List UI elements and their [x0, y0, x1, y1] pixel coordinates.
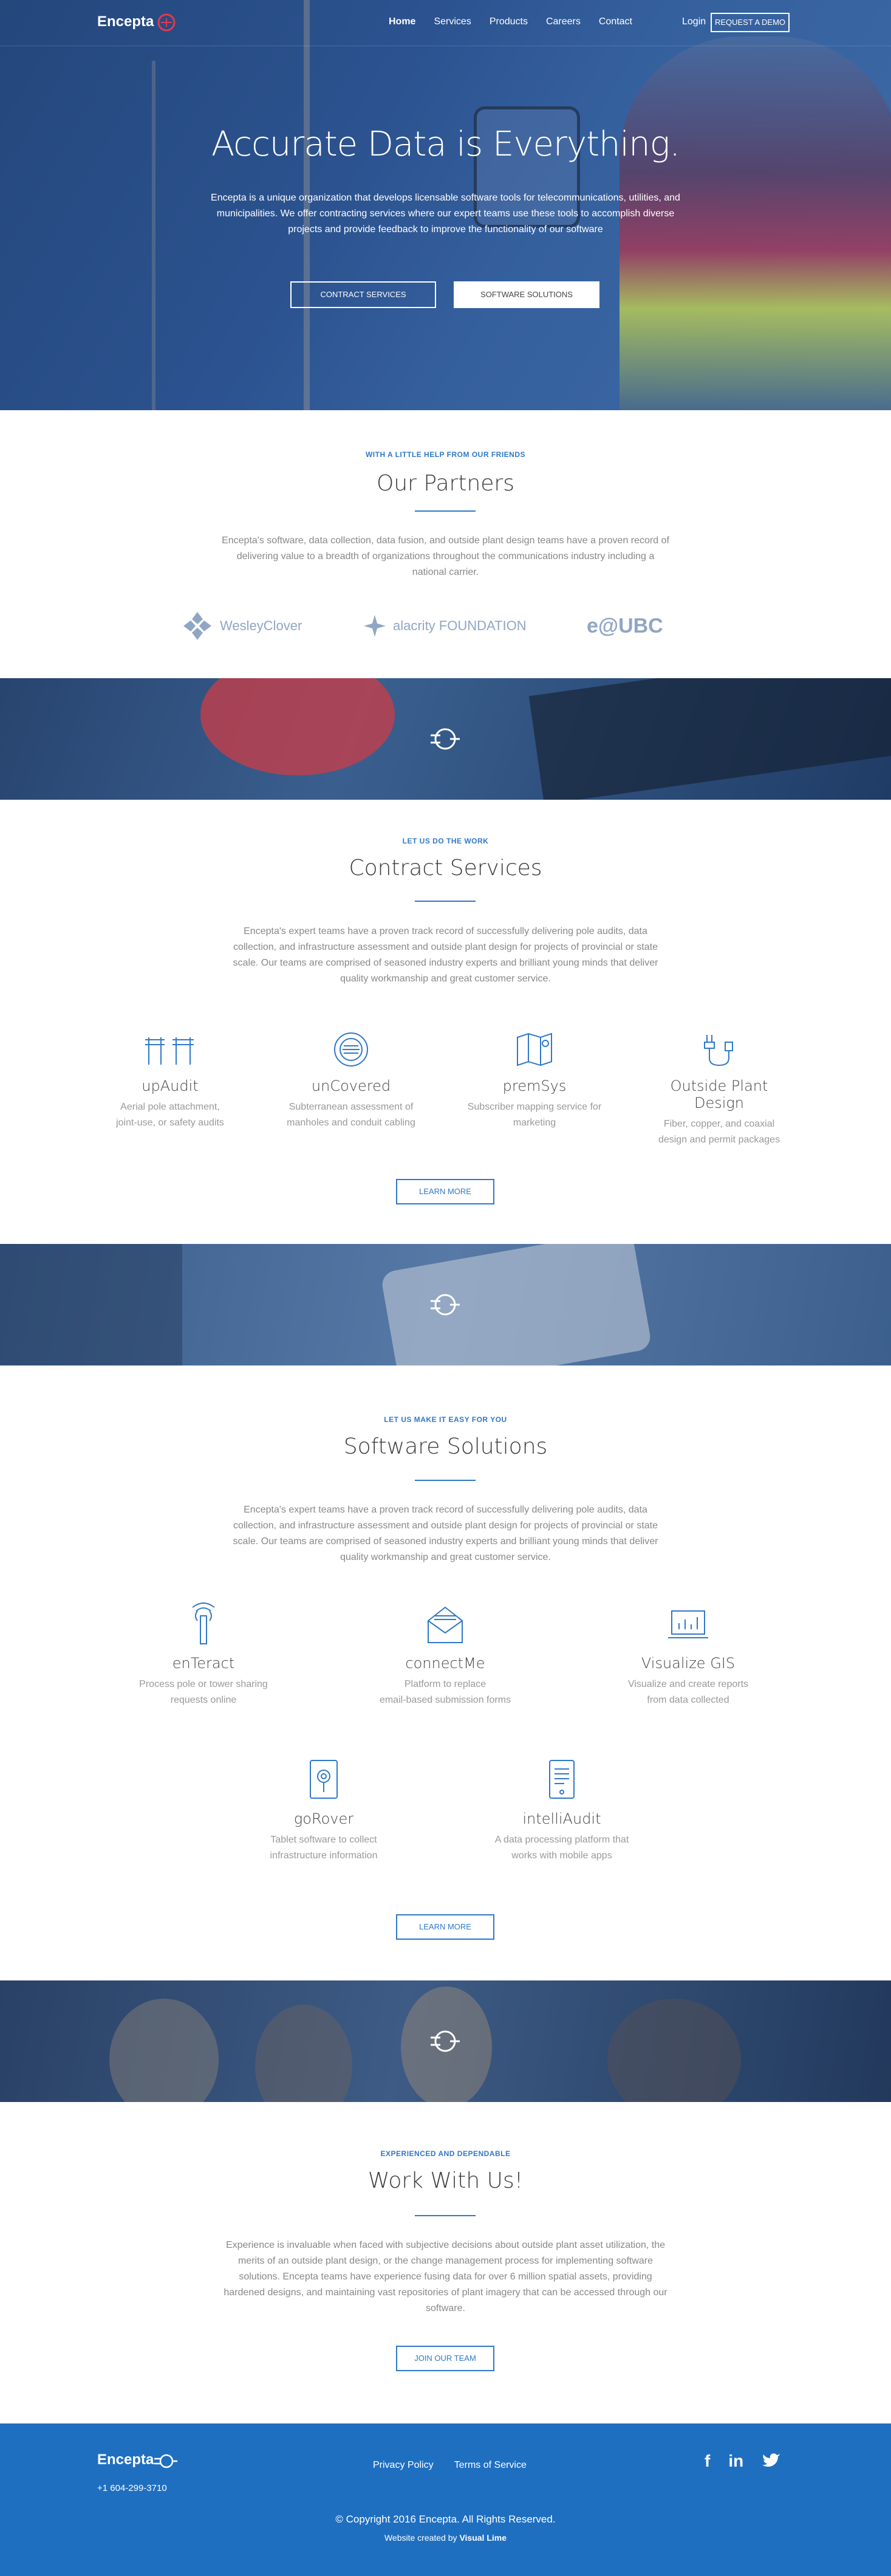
- brand-logo-icon: [157, 13, 176, 32]
- contract-text: Encepta's expert teams have a proven tra…: [233, 926, 658, 984]
- request-demo-button[interactable]: REQUEST A DEMO: [711, 13, 790, 32]
- map-icon: [517, 1032, 552, 1066]
- service-upaudit[interactable]: upAudit Aerial pole attachment, joint-us…: [97, 1031, 243, 1131]
- contract-divider: [415, 901, 476, 902]
- envelope-icon: [428, 1606, 463, 1643]
- band-photo-tablet: [380, 1244, 653, 1365]
- partners-divider: [415, 510, 476, 512]
- nav-home[interactable]: Home: [389, 16, 415, 27]
- partner-alacrity[interactable]: alacrity FOUNDATION: [361, 608, 527, 644]
- nav-products[interactable]: Products: [490, 16, 528, 27]
- facebook-icon[interactable]: f: [705, 2451, 710, 2471]
- visual-lime-link[interactable]: Visual Lime: [459, 2533, 507, 2543]
- social-links: f in: [705, 2451, 781, 2471]
- mobile-document-icon: [549, 1760, 575, 1799]
- radio-tower-icon: [192, 1602, 215, 1644]
- software-visualize-gis[interactable]: Visualize GIS Visualize and create repor…: [612, 1602, 764, 1708]
- image-band-team: [0, 1980, 891, 2102]
- login-link[interactable]: Login: [682, 16, 706, 27]
- service-outside-plant-design[interactable]: Outside Plant Design Fiber, copper, and …: [646, 1031, 792, 1148]
- join-our-team-button[interactable]: JOIN OUR TEAM: [396, 2346, 494, 2371]
- partners-title: Our Partners: [377, 471, 514, 496]
- software-learn-more-button[interactable]: LEARN MORE: [396, 1914, 494, 1940]
- band-photo-person: [607, 1999, 741, 2102]
- footer-brand-logo[interactable]: Encepta: [97, 2451, 154, 2468]
- contract-eyebrow: LET US DO THE WORK: [402, 837, 489, 845]
- hero-photo-pole: [152, 61, 155, 410]
- twitter-icon[interactable]: [762, 2451, 781, 2468]
- nav-contact[interactable]: Contact: [599, 16, 632, 27]
- software-intelliaudit[interactable]: intelliAudit A data processing platform …: [486, 1758, 638, 1864]
- copyright-text: © Copyright 2016 Encepta. All Rights Res…: [335, 2513, 556, 2525]
- contract-title: Contract Services: [349, 856, 542, 881]
- hero-text: Encepta is a unique organization that de…: [211, 193, 680, 235]
- hero-title: Accurate Data is Everything.: [211, 125, 680, 164]
- utility-pole-icon: [145, 1037, 194, 1065]
- nav-services[interactable]: Services: [434, 16, 471, 27]
- software-gorover[interactable]: goRover Tablet software to collect infra…: [248, 1758, 400, 1864]
- encepta-emblem-icon: [431, 1294, 460, 1316]
- partner-eubc[interactable]: e@UBC: [587, 608, 663, 644]
- partners-text: Encepta's software, data collection, dat…: [222, 535, 669, 577]
- laptop-chart-icon: [668, 1610, 708, 1638]
- tablet-touch-icon: [310, 1760, 338, 1799]
- image-band-hardhat: [0, 678, 891, 800]
- band-photo-hardhat: [200, 678, 395, 775]
- software-solutions-button[interactable]: SOFTWARE SOLUTIONS: [454, 281, 599, 308]
- service-premsys[interactable]: premSys Subscriber mapping service for m…: [462, 1031, 607, 1131]
- contract-services-button[interactable]: CONTRACT SERVICES: [290, 281, 436, 308]
- privacy-policy-link[interactable]: Privacy Policy: [373, 2460, 434, 2470]
- wesleyclover-logo-icon: [183, 612, 211, 640]
- band-photo-background: [0, 1244, 182, 1365]
- manhole-icon: [334, 1032, 368, 1066]
- band-photo-person: [255, 2005, 352, 2102]
- work-divider: [415, 2215, 476, 2216]
- partner-wesleyclover[interactable]: WesleyClover: [181, 608, 302, 644]
- work-title: Work With Us!: [367, 2168, 524, 2193]
- nav-links: Home Services Products Careers Contact: [389, 16, 650, 27]
- linkedin-icon[interactable]: in: [728, 2451, 743, 2471]
- top-nav: Encepta Home Services Products Careers C…: [0, 0, 891, 46]
- software-enteract[interactable]: enTeract Process pole or tower sharing r…: [128, 1602, 279, 1708]
- footer-phone[interactable]: +1 604-299-3710: [97, 2483, 167, 2493]
- work-eyebrow: EXPERIENCED AND DEPENDABLE: [380, 2149, 511, 2158]
- footer-links: Privacy Policy Terms of Service: [373, 2460, 545, 2471]
- encepta-emblem-icon: [431, 728, 460, 750]
- nav-careers[interactable]: Careers: [546, 16, 581, 27]
- footer: Encepta +1 604-299-3710 Privacy Policy T…: [0, 2423, 891, 2576]
- partners-eyebrow: WITH A LITTLE HELP FROM OUR FRIENDS: [365, 450, 526, 459]
- software-eyebrow: LET US MAKE IT EASY FOR YOU: [384, 1415, 507, 1424]
- brand-logo[interactable]: Encepta: [97, 13, 154, 30]
- software-connectme[interactable]: connectMe Platform to replace email-base…: [369, 1602, 521, 1708]
- service-uncovered[interactable]: unCovered Subterranean assessment of man…: [278, 1031, 424, 1131]
- software-divider: [415, 1480, 476, 1481]
- software-text: Encepta's expert teams have a proven tra…: [233, 1505, 658, 1562]
- terms-of-service-link[interactable]: Terms of Service: [454, 2460, 527, 2470]
- cable-plug-icon: [704, 1035, 733, 1066]
- contract-learn-more-button[interactable]: LEARN MORE: [396, 1179, 494, 1204]
- footer-emblem-icon: [154, 2454, 177, 2468]
- work-text: Experience is invaluable when faced with…: [224, 2240, 667, 2313]
- credit-text: Website created by Visual Lime: [384, 2533, 507, 2543]
- image-band-tablet: [0, 1244, 891, 1365]
- alacrity-logo-icon: [364, 615, 386, 637]
- encepta-emblem-icon: [431, 2030, 460, 2052]
- band-photo-person: [109, 1999, 219, 2102]
- software-title: Software Solutions: [343, 1434, 548, 1459]
- hero-section: Encepta Home Services Products Careers C…: [0, 0, 891, 410]
- band-photo-machine: [528, 678, 891, 800]
